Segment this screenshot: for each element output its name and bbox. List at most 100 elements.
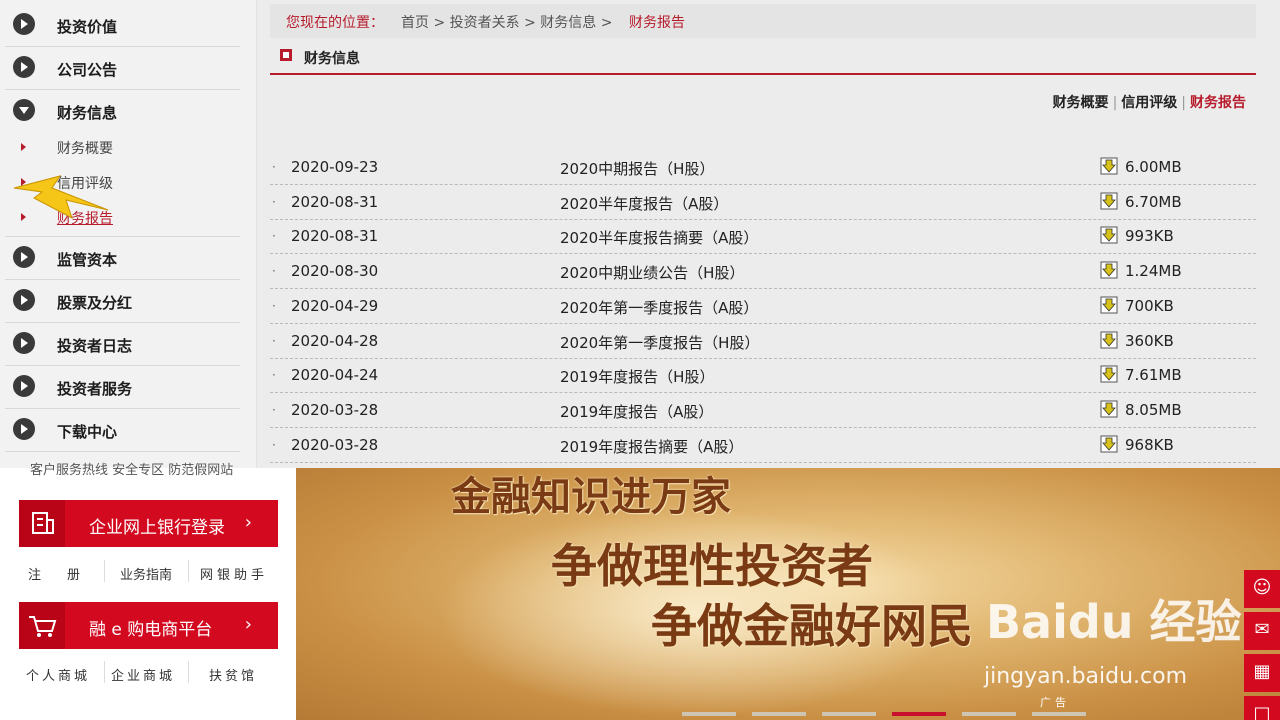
tab-financial-report[interactable]: 财务报告 — [1190, 95, 1246, 111]
carousel-dot[interactable] — [822, 712, 876, 716]
enterprise-mall-link[interactable]: 企业商城 — [111, 665, 175, 684]
carousel-dot[interactable] — [892, 712, 946, 716]
sidebar-item-regulatory-capital[interactable]: 监管资本 — [5, 237, 240, 280]
row-bullet: · — [272, 333, 276, 348]
report-title-link[interactable]: 2020中期报告（H股） — [560, 158, 714, 179]
download-icon[interactable] — [1100, 400, 1118, 418]
report-row[interactable]: · 2020-03-28 2019年度报告摘要（A股） 968KB — [270, 428, 1256, 463]
tab-financial-summary[interactable]: 财务概要 — [1053, 95, 1109, 111]
divider — [104, 661, 105, 683]
sidebar-item-investment-value[interactable]: 投资价值 — [5, 4, 240, 47]
report-date: 2020-08-31 — [291, 192, 379, 211]
report-title-link[interactable]: 2019年度报告（A股） — [560, 401, 713, 422]
chat-bubble-icon: ✉ — [1254, 619, 1270, 640]
report-title-link[interactable]: 2019年度报告（H股） — [560, 366, 714, 387]
carousel-dot[interactable] — [1032, 712, 1086, 716]
chevron-right-icon — [13, 56, 35, 78]
sidebar-item-label: 财务信息 — [57, 104, 118, 122]
sidebar-item-financial-info[interactable]: 财务信息 — [5, 90, 240, 132]
report-title-link[interactable]: 2019年度报告摘要（A股） — [560, 436, 743, 457]
tab-credit-rating[interactable]: 信用评级 — [1121, 95, 1177, 111]
cart-icon — [19, 602, 65, 649]
carousel-dot[interactable] — [752, 712, 806, 716]
business-guide-link[interactable]: 业务指南 — [120, 564, 172, 583]
row-bullet: · — [272, 264, 276, 279]
sidebar-item-label: 投资价值 — [57, 18, 118, 36]
sidebar-item-announcements[interactable]: 公司公告 — [5, 47, 240, 90]
ecommerce-platform-button[interactable]: 融 e 购电商平台 › — [19, 602, 278, 649]
chat-button[interactable]: ✉ — [1244, 612, 1280, 650]
report-row[interactable]: · 2020-08-30 2020中期业绩公告（H股） 1.24MB — [270, 254, 1256, 290]
file-size: 8.05MB — [1125, 400, 1182, 419]
promo-banner[interactable]: 金融知识进万家 争做理性投资者 争做金融好网民 Baidu 经验 jingyan… — [296, 468, 1280, 720]
personal-mall-link[interactable]: 个人商城 — [26, 665, 90, 684]
service-links-cut[interactable]: 客户服务热线 安全专区 防范假网站 — [30, 459, 233, 478]
report-row[interactable]: · 2020-08-31 2020半年度报告摘要（A股） 993KB — [270, 219, 1256, 255]
breadcrumb-current: 财务报告 — [629, 15, 685, 31]
download-icon[interactable] — [1100, 226, 1118, 244]
chevron-right-icon: › — [244, 614, 252, 635]
breadcrumb: 您现在的位置： 首页 > 投资者关系 > 财务信息 > 财务报告 — [270, 4, 1256, 38]
report-row[interactable]: · 2020-04-28 2020年第一季度报告（H股） 360KB — [270, 324, 1256, 359]
file-size: 700KB — [1125, 296, 1174, 315]
download-icon[interactable] — [1100, 296, 1118, 314]
download-icon[interactable] — [1100, 192, 1118, 210]
enterprise-bank-login-button[interactable]: 企业网上银行登录 › — [19, 500, 278, 547]
row-bullet: · — [272, 368, 276, 383]
ebank-assistant-link[interactable]: 网银助手 — [200, 564, 268, 583]
report-date: 2020-09-23 — [291, 158, 379, 176]
enterprise-bank-login-label: 企业网上银行登录 — [89, 518, 225, 538]
sidebar-item-investor-services[interactable]: 投资者服务 — [5, 366, 240, 409]
sidebar-item-stocks-dividends[interactable]: 股票及分红 — [5, 280, 240, 323]
service-panel: 客户服务热线 安全专区 防范假网站 企业网上银行登录 › 注 册 业务指南 网银… — [0, 463, 296, 720]
banner-slogan-3: 争做金融好网民 — [651, 599, 973, 653]
report-row[interactable]: · 2020-08-31 2020半年度报告（A股） 6.70MB — [270, 185, 1256, 220]
report-row[interactable]: · 2020-03-28 2019年度报告（A股） 8.05MB — [270, 393, 1256, 428]
sidebar-item-investor-calendar[interactable]: 投资者日志 — [5, 323, 240, 366]
sidebar-item-download-center[interactable]: 下载中心 — [5, 409, 240, 452]
file-size: 1.24MB — [1125, 262, 1182, 281]
report-title-link[interactable]: 2020半年度报告摘要（A股） — [560, 227, 758, 248]
report-row[interactable]: · 2020-04-24 2019年度报告（H股） 7.61MB — [270, 358, 1256, 394]
chevron-right-icon — [13, 332, 35, 354]
ad-label: 广告 — [1040, 696, 1070, 709]
carousel-dot[interactable] — [682, 712, 736, 716]
report-title-link[interactable]: 2020半年度报告（A股） — [560, 193, 728, 214]
report-row[interactable]: · 2020-04-29 2020年第一季度报告（A股） 700KB — [270, 289, 1256, 324]
register-link[interactable]: 注 册 — [28, 564, 80, 583]
file-size: 968KB — [1125, 435, 1174, 454]
sidebar-nav: 投资价值 公司公告 财务信息 财务概要 信用评级 财务报告 监管资本 股票及分红… — [0, 0, 257, 468]
report-row[interactable]: · 2020-09-23 2020中期报告（H股） 6.00MB — [270, 150, 1256, 185]
feedback-button[interactable]: □ — [1244, 696, 1280, 720]
row-bullet: · — [272, 160, 276, 174]
carousel-dot[interactable] — [962, 712, 1016, 716]
chevron-down-icon — [13, 99, 35, 121]
qr-code-button[interactable]: ▦ — [1244, 654, 1280, 692]
breadcrumb-prefix: 您现在的位置： — [286, 15, 384, 31]
download-icon[interactable] — [1100, 365, 1118, 383]
download-icon[interactable] — [1100, 435, 1118, 453]
report-title-link[interactable]: 2020年第一季度报告（A股） — [560, 297, 758, 318]
download-icon[interactable] — [1100, 331, 1118, 349]
poverty-relief-link[interactable]: 扶贫馆 — [209, 665, 257, 684]
main-content: 您现在的位置： 首页 > 投资者关系 > 财务信息 > 财务报告 财务信息 财务… — [270, 0, 1256, 468]
banner-slogan-1: 金融知识进万家 — [451, 473, 731, 520]
download-icon[interactable] — [1100, 157, 1118, 175]
file-size: 993KB — [1125, 227, 1174, 246]
report-date: 2020-08-31 — [291, 227, 379, 246]
baidu-watermark: Baidu 经验 — [986, 595, 1242, 649]
qr-code-icon: ▦ — [1253, 661, 1271, 682]
report-title-link[interactable]: 2020中期业绩公告（H股） — [560, 262, 744, 283]
report-title-link[interactable]: 2020年第一季度报告（H股） — [560, 332, 759, 353]
sidebar-item-label: 投资者日志 — [57, 337, 133, 355]
customer-service-button[interactable]: ☺ — [1244, 570, 1280, 608]
download-icon[interactable] — [1100, 261, 1118, 279]
robot-icon: ☺ — [1252, 577, 1272, 598]
sidebar-item-label: 股票及分红 — [57, 294, 133, 312]
square-icon: □ — [1253, 703, 1271, 720]
file-size: 360KB — [1125, 331, 1174, 350]
file-size: 7.61MB — [1125, 366, 1182, 385]
breadcrumb-path[interactable]: 首页 > 投资者关系 > 财务信息 > — [401, 12, 612, 32]
sub-tabs: 财务概要 | 信用评级 | 财务报告 — [1053, 92, 1246, 112]
sidebar-subitem-financial-summary[interactable]: 财务概要 — [5, 130, 240, 164]
